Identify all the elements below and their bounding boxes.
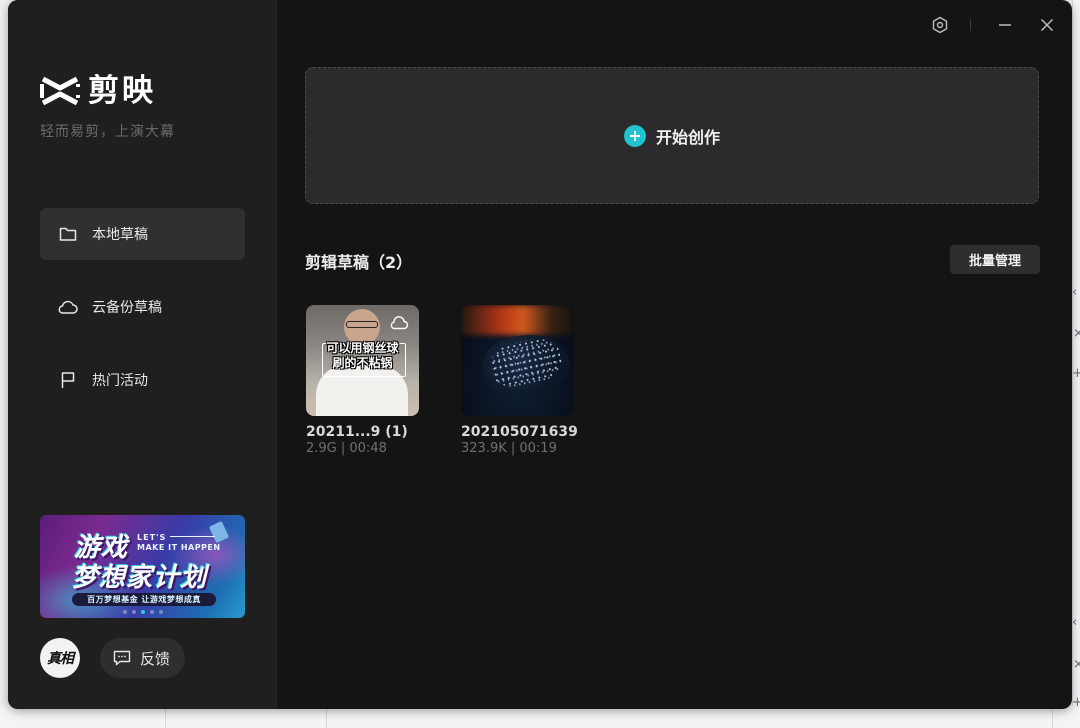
sidebar-item-hot-events[interactable]: 热门活动: [40, 354, 245, 406]
user-avatar[interactable]: 真相: [40, 638, 80, 678]
banner-english-line1: LET'S: [137, 533, 167, 542]
background-close-icon: ×: [1073, 657, 1080, 672]
thumbnail-caption: 可以用钢丝球 刷的不粘锅: [326, 341, 399, 370]
start-creating-button[interactable]: 开始创作: [305, 67, 1039, 204]
capcut-logo-icon: [40, 76, 80, 106]
minimize-icon: [999, 24, 1011, 26]
draft-card[interactable]: 可以用钢丝球 刷的不粘锅 20211...9 (1) 2.9G | 00:48: [306, 305, 420, 456]
batch-manage-button[interactable]: 批量管理: [950, 245, 1040, 274]
draft-thumbnail[interactable]: [461, 305, 574, 416]
app-logo: 剪映: [40, 72, 156, 110]
settings-button[interactable]: [929, 14, 951, 36]
close-button[interactable]: [1036, 14, 1058, 36]
feedback-button[interactable]: 反馈: [100, 638, 185, 678]
banner-dot[interactable]: [131, 610, 136, 614]
background-arrow-icon: ‹: [1072, 285, 1078, 300]
draft-thumbnail[interactable]: 可以用钢丝球 刷的不粘锅: [306, 305, 419, 416]
draft-meta: 323.9K | 00:19: [461, 441, 557, 456]
start-creating-label: 开始创作: [655, 127, 720, 147]
feedback-label: 反馈: [140, 649, 171, 668]
banner-dot[interactable]: [122, 610, 127, 614]
cloud-icon: [390, 316, 409, 330]
background-close-icon: ×: [1073, 326, 1080, 341]
draft-meta: 2.9G | 00:48: [306, 441, 387, 456]
flag-icon: [58, 370, 78, 390]
sidebar-item-label: 热门活动: [92, 373, 148, 389]
minimize-button[interactable]: [994, 14, 1016, 36]
sidebar-item-cloud-drafts[interactable]: 云备份草稿: [40, 281, 245, 333]
app-slogan: 轻而易剪，上演大幕: [40, 124, 175, 140]
draft-name: 202105071639: [461, 424, 578, 440]
promo-banner[interactable]: 游戏 LET'S MAKE IT HAPPEN 梦想家计划 百万梦想基金 让游戏…: [40, 515, 245, 618]
sidebar-item-label: 云备份草稿: [92, 300, 162, 316]
draft-name: 20211...9 (1): [306, 424, 408, 440]
folder-icon: [58, 224, 78, 244]
banner-title-line2: 梦想家计划: [72, 563, 208, 593]
banner-english-line2: MAKE IT HAPPEN: [137, 543, 221, 552]
settings-icon: [932, 16, 948, 34]
plus-icon: [623, 124, 646, 147]
background-arrow-icon: ‹: [1072, 615, 1078, 630]
avatar-text: 真相: [47, 651, 74, 667]
banner-pagination: [40, 610, 245, 614]
cloud-icon: [58, 297, 78, 317]
app-name: 剪映: [88, 73, 156, 109]
draft-card[interactable]: 202105071639 323.9K | 00:19: [461, 305, 578, 456]
background-plus-icon: +: [1072, 695, 1080, 710]
banner-tagline: 百万梦想基金 让游戏梦想成真: [72, 593, 216, 606]
sidebar-item-local-drafts[interactable]: 本地草稿: [40, 208, 245, 260]
banner-dot[interactable]: [158, 610, 163, 614]
close-icon: [1040, 18, 1054, 32]
drafts-section-title: 剪辑草稿（2）: [305, 253, 413, 272]
background-plus-icon: +: [1072, 366, 1080, 381]
banner-dot-active[interactable]: [140, 610, 145, 614]
chat-icon: [113, 649, 131, 667]
sidebar-item-label: 本地草稿: [92, 227, 148, 243]
background-taskbar-strip: [0, 706, 1080, 728]
app-window: 剪映 轻而易剪，上演大幕 本地草稿 云备份草稿 热门活动 游戏 LET'S MA…: [8, 0, 1072, 709]
sidebar: 剪映 轻而易剪，上演大幕 本地草稿 云备份草稿 热门活动 游戏 LET'S MA…: [8, 0, 277, 709]
banner-dot[interactable]: [149, 610, 154, 614]
